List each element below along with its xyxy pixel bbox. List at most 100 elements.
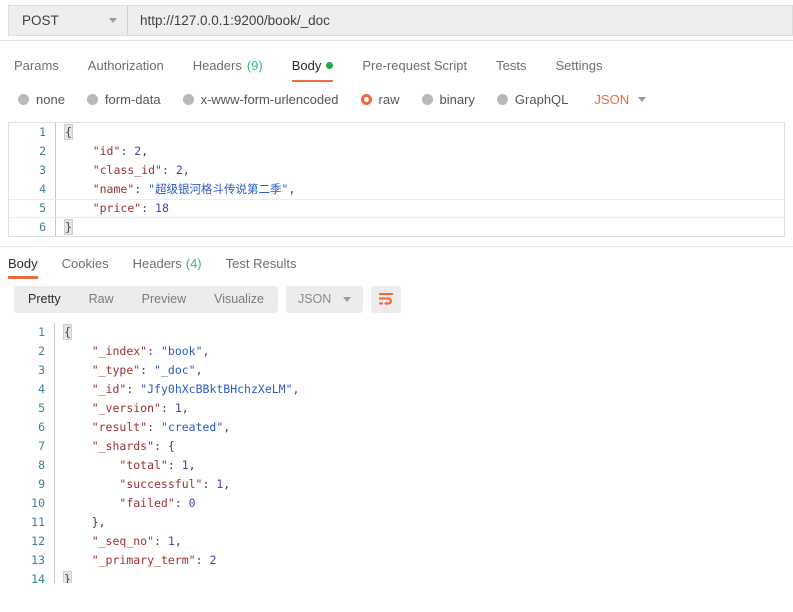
code-line: 2 "id": 2, [9, 142, 784, 161]
line-number: 1 [38, 325, 45, 339]
radio-icon [421, 94, 433, 105]
code-text: { [64, 124, 73, 140]
line-number: 6 [39, 220, 46, 234]
line-number: 9 [38, 477, 45, 491]
tab-headers-count: (9) [246, 57, 263, 73]
chevron-down-icon [638, 97, 647, 102]
line-number: 1 [39, 125, 46, 139]
chevron-down-icon [343, 296, 352, 302]
code-text: { [63, 324, 72, 340]
code-line: 13 "_primary_term": 2 [8, 551, 785, 570]
view-pretty-label: Pretty [28, 292, 61, 306]
view-preview-label: Preview [141, 292, 187, 306]
radio-icon [18, 94, 29, 105]
code-text: "_version": 1, [91, 401, 189, 415]
url-text: http://127.0.0.1:9200/book/_doc [140, 13, 330, 28]
code-text: "result": "created", [91, 420, 231, 434]
code-text: "_seq_no": 1, [91, 534, 182, 548]
line-number: 6 [38, 420, 45, 434]
radio-icon [182, 94, 194, 105]
code-text: "successful": 1, [119, 477, 231, 491]
line-number: 3 [38, 363, 45, 377]
code-text: "failed": 0 [119, 496, 196, 510]
tab-authorization[interactable]: Authorization [88, 47, 164, 83]
response-tab-headers-label: Headers [132, 255, 182, 271]
http-method-select[interactable]: POST [8, 5, 128, 36]
response-body-viewer[interactable]: 1 { 2 "_index": "book", 3 "_type": "_doc… [8, 323, 785, 583]
url-input[interactable]: http://127.0.0.1:9200/book/_doc [128, 5, 793, 36]
response-tab-headers[interactable]: Headers (4) [133, 247, 202, 280]
line-number: 2 [39, 144, 46, 158]
view-visualize-button[interactable]: Visualize [200, 286, 278, 313]
body-type-graphql[interactable]: GraphQL [496, 92, 569, 107]
code-line: 6 } [9, 218, 784, 236]
tab-params[interactable]: Params [14, 47, 59, 83]
line-number: 14 [31, 572, 45, 583]
body-type-row: none form-data x-www-form-urlencoded raw… [0, 83, 793, 116]
body-type-binary[interactable]: binary [421, 92, 475, 107]
code-line: 14 } [8, 570, 785, 583]
response-tab-body-label: Body [8, 255, 38, 271]
response-tabs: Body Cookies Headers (4) Test Results [0, 246, 793, 279]
radio-selected-icon [360, 94, 372, 105]
code-line: 1 { [9, 123, 784, 142]
line-number: 4 [39, 182, 46, 196]
code-line: 11 }, [8, 513, 785, 532]
body-type-x-www-form-urlencoded[interactable]: x-www-form-urlencoded [182, 92, 339, 107]
line-number: 3 [39, 163, 46, 177]
code-line: 4 "_id": "Jfy0hXcBBktBHchzXeLM", [8, 380, 785, 399]
radio-icon [496, 94, 508, 105]
tab-body[interactable]: Body [291, 47, 334, 83]
view-raw-button[interactable]: Raw [75, 286, 128, 313]
line-number: 5 [38, 401, 45, 415]
body-type-raw-label: raw [378, 92, 400, 107]
request-tabs: Params Authorization Headers (9) Body Pr… [0, 47, 793, 83]
response-format-dropdown[interactable]: JSON [285, 285, 364, 313]
code-text: "price": 18 [92, 201, 169, 215]
line-number: 12 [31, 534, 45, 548]
body-format-label: JSON [594, 92, 630, 107]
green-dot-icon [326, 61, 334, 69]
url-bar: POST http://127.0.0.1:9200/book/_doc [0, 0, 793, 41]
response-tab-test-results-label: Test Results [225, 255, 297, 271]
response-tab-test-results[interactable]: Test Results [226, 247, 297, 280]
code-text: "_shards": { [91, 439, 175, 453]
line-number: 4 [38, 382, 45, 396]
body-type-none[interactable]: none [18, 92, 65, 107]
view-visualize-label: Visualize [214, 292, 264, 306]
code-line: 2 "_index": "book", [8, 342, 785, 361]
wrap-text-button[interactable] [371, 285, 402, 313]
line-number: 10 [31, 496, 45, 510]
tab-headers[interactable]: Headers (9) [193, 47, 263, 83]
tab-tests-label: Tests [496, 57, 527, 73]
tab-pre-request-script[interactable]: Pre-request Script [362, 47, 467, 83]
view-raw-label: Raw [88, 292, 114, 306]
wrap-text-icon [379, 293, 394, 306]
body-type-graphql-label: GraphQL [514, 92, 569, 107]
body-type-binary-label: binary [439, 92, 475, 107]
body-format-dropdown[interactable]: JSON [594, 92, 647, 107]
response-tab-body[interactable]: Body [8, 247, 38, 280]
response-tab-cookies-label: Cookies [61, 255, 109, 271]
tab-tests[interactable]: Tests [496, 47, 526, 83]
code-line: 1 { [8, 323, 785, 342]
code-line: 6 "result": "created", [8, 418, 785, 437]
request-body-editor[interactable]: 1 { 2 "id": 2, 3 "class_id": 2, 4 "name"… [8, 122, 785, 237]
response-tab-cookies[interactable]: Cookies [62, 247, 109, 280]
response-toolbar: Pretty Raw Preview Visualize JSON [0, 279, 793, 319]
code-line: 12 "_seq_no": 1, [8, 532, 785, 551]
body-type-raw[interactable]: raw [360, 92, 400, 107]
line-number: 11 [31, 515, 45, 529]
code-text: "class_id": 2, [92, 163, 190, 177]
line-number: 5 [39, 201, 46, 215]
code-line: 4 "name": "超级银河格斗传说第二季", [9, 180, 784, 199]
body-type-none-label: none [36, 92, 65, 107]
view-pretty-button[interactable]: Pretty [14, 286, 75, 313]
view-preview-button[interactable]: Preview [128, 286, 200, 313]
tab-pre-request-script-label: Pre-request Script [362, 57, 468, 73]
body-type-form-data[interactable]: form-data [86, 92, 161, 107]
code-line: 5 "_version": 1, [8, 399, 785, 418]
tab-settings[interactable]: Settings [555, 47, 602, 83]
radio-icon [86, 94, 98, 105]
line-number: 13 [31, 553, 45, 567]
